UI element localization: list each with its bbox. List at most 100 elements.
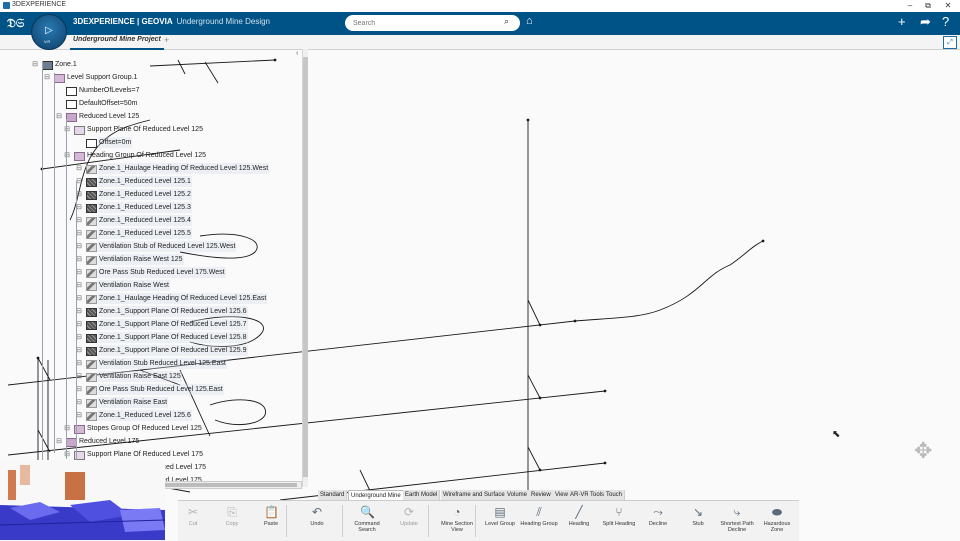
share-icon[interactable]: ➦ [920,14,931,30]
tree-node-label: Zone.1_Reduced Level 125.4 [98,215,192,226]
expand-toggle-icon[interactable]: ⊟ [32,59,38,70]
group-node-icon [74,152,85,161]
ribbon-tab-standard[interactable]: Standard [318,490,348,500]
stub-icon: ↘ [692,505,704,519]
tree-node-label: Zone.1_Reduced Level 125.3 [98,202,192,213]
split-heading-button[interactable]: ⑂ Split Heading [600,503,638,539]
ds-logo-icon[interactable]: 𝔇𝔖 [7,16,24,31]
tree-node-label: Heading Group Of Reduced Level 125 [87,152,207,159]
tree-node-label: Ventilation Raise East 125 [98,371,182,382]
expand-toggle-icon[interactable]: ⊟ [56,436,62,447]
heading-button[interactable]: ╱ Heading [560,503,598,539]
expand-toggle-icon[interactable]: ⊟ [76,163,82,174]
ribbon-tab-wireframe-and-surface[interactable]: Wireframe and Surface [441,490,508,500]
ribbon-tab-earth-model[interactable]: Earth Model [403,490,441,500]
dark-node-icon [86,204,97,213]
group-node-icon [54,74,65,83]
3d-compass-icon[interactable]: ✥ [914,438,942,466]
search-icon[interactable]: ⌕ [504,16,509,27]
hazardous-zone-button[interactable]: ⬬ Hazardous Zone [758,503,796,539]
tree-node-label: Zone.1_Reduced Level 125.6 [98,410,192,421]
tree-node-label: Zone.1_Haulage Heading Of Reduced Level … [98,293,268,304]
close-button[interactable]: ✕ [938,0,958,12]
param-node-icon [66,100,77,109]
expand-toggle-icon[interactable]: ⊟ [44,72,50,83]
split-heading-icon: ⑂ [615,505,623,519]
expand-toggle-icon[interactable]: ⊟ [64,124,70,135]
ribbon-separator [286,505,287,537]
copy-button[interactable]: ⎘ Copy [213,503,251,539]
tree-node-label: Stopes Group Of Reduced Level 125 [87,425,202,432]
ribbon-tab-volume[interactable]: Volume [505,490,531,500]
heading-node-icon [86,230,97,239]
cut-icon: ✂ [187,505,199,519]
heading-node-icon [86,386,97,395]
heading-node-icon [86,399,97,408]
expand-toggle-icon[interactable]: ⊟ [64,423,70,434]
dark-node-icon [86,191,97,200]
restore-button[interactable]: ⧉ [918,0,938,12]
tree-node-label: Support Plane Of Reduced Level 175 [87,451,203,458]
heading-group-button[interactable]: ⫽ Heading Group [520,503,558,539]
ribbon-button-label: Shortest Path Decline [720,521,754,533]
tab-bar: Underground Mine Project + [0,35,960,50]
tree-node-label: Zone.1 [55,61,77,68]
fullscreen-icon[interactable]: ⤢ [943,36,957,49]
heading-icon: ╱ [575,505,583,519]
specification-tree: ⊟ Zone.1 ⊟ Level Support Group.1 NumberOfLev… [0,49,310,501]
ribbon-separator [342,505,343,537]
hazardous-zone-icon: ⬬ [771,505,783,519]
dark-node-icon [86,334,97,343]
undo-button[interactable]: ↶ Undo [298,503,336,539]
compass-logo[interactable]: ▷ V.R [31,14,67,50]
tree-node-label: Ventilation Stub of Reduced Level 125.We… [98,241,237,252]
command-search-button[interactable]: 🔍 Command Search [348,503,386,539]
tab-underground-mine-project[interactable]: Underground Mine Project [70,36,164,50]
ribbon-button-label: Decline [648,521,668,527]
add-tab-button[interactable]: + [164,35,169,45]
ribbon-button-label: Heading [568,521,590,527]
dark-node-icon [86,347,97,356]
heading-node-icon [86,282,97,291]
heading-group-icon: ⫽ [536,505,542,519]
ribbon-separator [475,505,476,537]
expand-toggle-icon[interactable]: ⊟ [64,449,70,460]
tree-guide-line [66,119,67,459]
brand-title: 3DEXPERIENCE | GEOVIA [73,17,173,26]
minimize-button[interactable]: – [900,0,920,12]
top-bar: 𝔇𝔖 3DEXPERIENCE | GEOVIA Underground Mine… [0,12,960,35]
tree-node-label: Offset=0m [98,137,133,148]
cut-button[interactable]: ✂ Cut [174,503,212,539]
stope-blocks-view [0,460,165,540]
expand-toggle-icon[interactable]: ⊟ [64,150,70,161]
plus-icon[interactable]: + [898,14,906,29]
level-group-icon: ▤ [494,505,506,519]
tree-vertical-scrollbar[interactable] [302,49,308,487]
mine-section-view-button[interactable]: ◔ Mine Section View [438,503,476,539]
tree-node-label: Ventilation Stub Reduced Level 125.East [98,358,227,369]
tree-node-label: Support Plane Of Reduced Level 125 [87,126,203,133]
tree-node-label: Ventilation Raise East [98,397,169,408]
heading-node-icon [86,360,97,369]
collapse-tree-icon[interactable]: ‹ [296,50,298,57]
shortest-path-decline-button[interactable]: ⤷ Shortest Path Decline [718,503,756,539]
tag-icon[interactable]: ⌂ [526,15,533,27]
ribbon-tab-touch[interactable]: Touch [604,490,626,500]
search-input[interactable] [345,15,520,31]
help-icon[interactable]: ? [942,14,949,29]
update-icon: ⟳ [403,505,415,519]
ribbon-button-label: Undo [310,521,324,527]
decline-button[interactable]: ⤳ Decline [639,503,677,539]
level-group-button[interactable]: ▤ Level Group [481,503,519,539]
ribbon-tab-review[interactable]: Review [529,490,554,500]
update-button[interactable]: ⟳ Update [390,503,428,539]
param-node-icon [66,87,77,96]
expand-toggle-icon[interactable]: ⊟ [56,111,62,122]
scroll-thumb[interactable] [303,57,308,477]
dark-node-icon [86,178,97,187]
paste-button[interactable]: 📋 Paste [252,503,290,539]
ribbon-button-label: Copy [225,521,239,527]
command-search-icon: 🔍 [360,505,375,519]
stub-button[interactable]: ↘ Stub [679,503,717,539]
ribbon-button-label: Hazardous Zone [763,521,791,533]
